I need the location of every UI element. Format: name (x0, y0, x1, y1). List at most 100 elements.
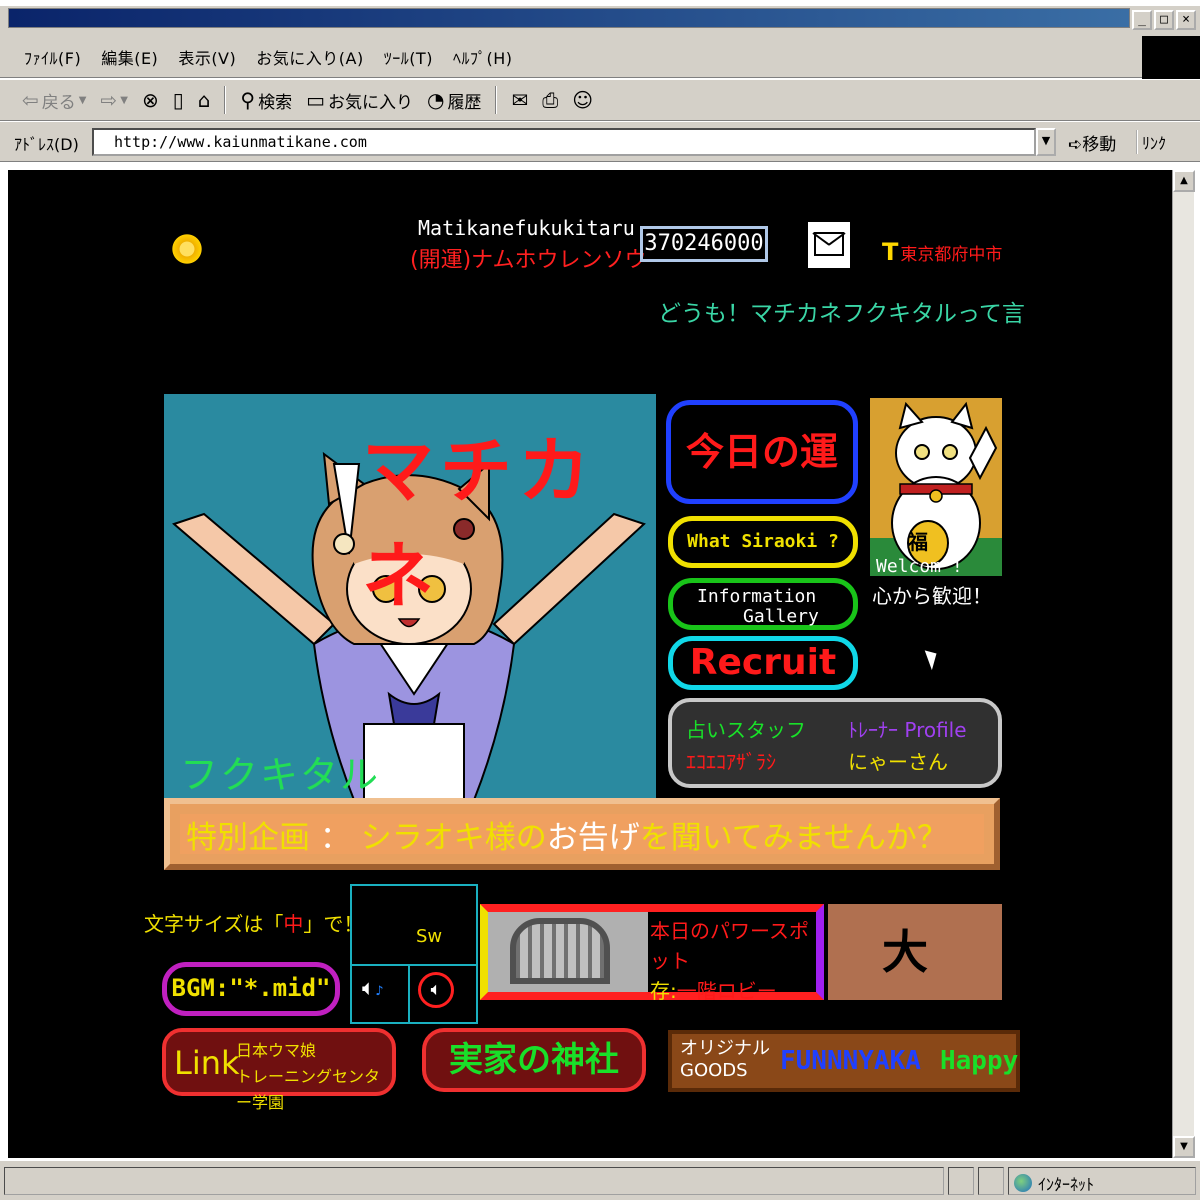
back-button[interactable]: ⇦ 戻る ▼ (22, 88, 86, 113)
goods-happy: Happy (940, 1046, 1019, 1076)
hero-title: マチカネ (362, 429, 597, 618)
go-label: 移動 (1082, 135, 1117, 155)
mail-button[interactable]: ✉ (511, 88, 528, 112)
throbber-area (1142, 36, 1200, 80)
banner-colon: ： (310, 819, 361, 856)
home-icon: ⌂ (197, 88, 211, 112)
sound-on-button[interactable]: 🔈︎♪ (362, 976, 384, 1001)
family-shrine-button[interactable]: 実家の神社 (422, 1028, 646, 1092)
link-button[interactable]: Link 日本ウマ娘 トレーニングセンター学園 (162, 1028, 396, 1112)
links-button[interactable]: ﾘﾝｸ (1136, 130, 1166, 154)
go-button[interactable]: ➪移動 (1068, 130, 1116, 155)
font-size-pre: 文字サイズは「 (144, 912, 284, 936)
special-event-banner[interactable]: 特別企画 ： シラオキ様の お告げ を聞いてみませんか？ (164, 798, 1000, 870)
font-size-note: 文字サイズは「中」で！ (144, 908, 363, 937)
fuku-character: 福 (908, 530, 928, 554)
maximize-button[interactable]: □ (1154, 10, 1174, 30)
chevron-down-icon: ▼ (1041, 134, 1051, 147)
menu-file[interactable]: ﾌｧｲﾙ(F) (24, 45, 81, 69)
banner-siraoki: シラオキ様の (360, 819, 547, 856)
messenger-button[interactable]: ☺ (572, 88, 593, 112)
history-button[interactable]: ◔ 履歴 (427, 88, 481, 113)
trainer-name: にゃーさん (848, 750, 948, 774)
mouse-cursor-icon (924, 646, 942, 671)
arrow-down-icon: ▼ (1180, 1141, 1188, 1152)
internet-zone: ｲﾝﾀｰﾈｯﾄ (1014, 1171, 1094, 1195)
mail-icon: ✉ (511, 88, 529, 112)
search-button[interactable]: ⚲ 検索 (240, 88, 292, 113)
url-dropdown-button[interactable]: ▼ (1036, 128, 1056, 156)
site-subtitle: (開運)ナムホウレンソウ (410, 248, 647, 273)
link-line2: トレーニングセンター学園 (236, 1067, 381, 1112)
page-viewport: Matikanefukukitaru (開運)ナムホウレンソウ 37024600… (8, 170, 1172, 1158)
power-spot-title: 本日のパワースポット (650, 919, 809, 973)
favorites-label: お気に入り (327, 92, 413, 113)
stop-button[interactable]: ⊗ (142, 88, 159, 112)
hero-image: マチカネ フクキタル (164, 394, 656, 800)
back-label: 戻る (41, 92, 76, 113)
title-bar-gradient (8, 8, 1130, 28)
stop-icon: ⊗ (141, 88, 159, 112)
url-input[interactable]: http://www.kaiunmatikane.com (92, 128, 1036, 156)
banner-special: 特別企画 (186, 819, 310, 856)
menu-help[interactable]: ﾍﾙﾌﾟ(H) (453, 45, 513, 69)
original-goods-button[interactable]: オリジナル GOODS FUNNNYAKA Happy (668, 1030, 1020, 1092)
minimize-button[interactable]: _ (1132, 10, 1152, 30)
information-gallery-button[interactable]: Information Gallery (668, 578, 858, 630)
divider (352, 964, 476, 966)
status-cell (948, 1167, 974, 1195)
search-icon: ⚲ (240, 88, 256, 112)
page-icon: ▯ (172, 88, 184, 112)
fortune-staff-name: ｴｺｴｺｱｻﾞﾗｼ (686, 750, 776, 774)
divider (408, 964, 410, 1022)
power-spot-image (488, 912, 648, 992)
search-label: 検索 (258, 92, 293, 113)
goods-line2: GOODS (680, 1060, 748, 1081)
what-siraoki-button[interactable]: What Siraoki ? (668, 516, 858, 568)
trainer-profile-title[interactable]: ﾄﾚｰﾅｰ Profile (848, 714, 967, 743)
people-icon: ☺ (572, 88, 594, 112)
home-button[interactable]: ⌂ (198, 88, 211, 112)
fortune-staff-title[interactable]: 占いスタッフ (686, 714, 806, 743)
power-spot-text: 本日のパワースポット 存:一階ロビー (650, 916, 824, 1006)
go-arrow-icon: ➪ (1068, 135, 1083, 155)
menu-tools[interactable]: ﾂｰﾙ(T) (384, 45, 433, 69)
vertical-scrollbar[interactable]: ▲ ▼ (1172, 170, 1195, 1158)
scrolling-marquee: どうも！マチカネフクキタルって言 (658, 301, 1025, 327)
toolbar-separator (224, 86, 227, 114)
close-button[interactable]: × (1176, 10, 1196, 30)
address-label: ｱﾄﾞﾚｽ(D) (14, 135, 79, 154)
address-bar: ｱﾄﾞﾚｽ(D) http://www.kaiunmatikane.com ▼ … (0, 122, 1200, 162)
maneki-neko-illustration (870, 401, 1002, 576)
site-name: Matikanefukukitaru (418, 216, 635, 240)
mail-link[interactable] (808, 222, 850, 268)
menu-edit[interactable]: 編集(E) (101, 45, 158, 69)
zone-label: ｲﾝﾀｰﾈｯﾄ (1038, 1175, 1095, 1194)
menu-view[interactable]: 表示(V) (178, 45, 236, 69)
sound-off-button[interactable]: 🔈︎ (418, 972, 454, 1008)
link-line1: 日本ウマ娘 (236, 1041, 317, 1060)
menu-favorites[interactable]: お気に入り(A) (256, 45, 363, 69)
scroll-down-button[interactable]: ▼ (1173, 1136, 1195, 1158)
what-siraoki-label: What Siraoki ? (687, 531, 839, 552)
scroll-up-button[interactable]: ▲ (1173, 170, 1195, 192)
power-spot-location: 一階ロビー (676, 979, 777, 1003)
chevron-down-icon: ▼ (120, 94, 128, 106)
history-icon: ◔ (426, 88, 445, 112)
forward-button[interactable]: ⇨ ▼ (100, 88, 127, 112)
banner-otsuge: お告げ (546, 819, 640, 856)
todays-fortune-button[interactable]: 今日の運勢 (666, 400, 858, 568)
location-label: T 東京都府中市 (882, 238, 1002, 266)
visitor-counter: 370246000 (640, 226, 768, 262)
fortune-result: 大吉 (828, 904, 1002, 1075)
arrow-up-icon: ▲ (1180, 175, 1188, 186)
toolbar: ⇦ 戻る ▼ ⇨ ▼ ⊗ ▯ ⌂ ⚲ 検索 ▭ お気に入り ◔ 履歴 ✉ ⎙ ☺ (0, 79, 1200, 121)
recruit-button[interactable]: Recruit (668, 636, 858, 690)
hero-name: フクキタル (180, 753, 381, 797)
print-button[interactable]: ⎙ (542, 88, 558, 112)
status-text-cell (4, 1167, 944, 1195)
power-spot-panel: 本日のパワースポット 存:一階ロビー (480, 904, 824, 1003)
refresh-button[interactable]: ▯ (173, 88, 184, 112)
favorites-button[interactable]: ▭ お気に入り (306, 88, 413, 113)
sound-switch-box: Sw 🔈︎♪ 🔈︎ (350, 884, 478, 1024)
